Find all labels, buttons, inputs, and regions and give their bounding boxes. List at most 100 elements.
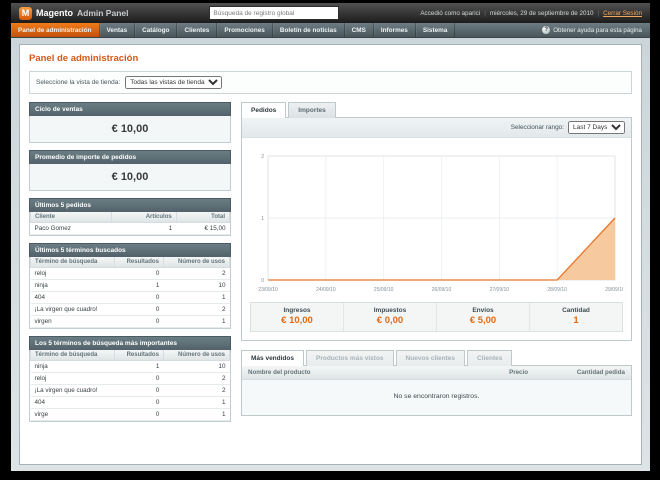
admin-header: M Magento Admin Panel Accedió como apari… xyxy=(11,3,650,23)
total-value: 1 xyxy=(573,315,579,326)
current-date: miércoles, 29 de septiembre de 2010 xyxy=(489,9,594,17)
nav-item-sistema[interactable]: Sistema xyxy=(416,23,456,37)
table-row[interactable]: ¡La virgen que cuadro! 0 2 xyxy=(30,303,230,316)
separator: | xyxy=(597,9,600,17)
tab-mas-vendidos[interactable]: Más vendidos xyxy=(241,350,304,366)
cell: 10 xyxy=(163,279,230,292)
cell: ¡La virgen que cuadro! xyxy=(30,303,115,316)
diagram-tabs: Pedidos Importes xyxy=(241,102,632,118)
top-search-card: Los 5 términos de búsqueda más important… xyxy=(29,336,231,422)
table-row[interactable]: ninja 1 10 xyxy=(30,360,230,373)
cell: 0 xyxy=(114,267,164,280)
cell: € 15,00 xyxy=(176,222,230,235)
brand-subtitle: Admin Panel xyxy=(77,8,129,18)
table-row[interactable]: ¡La virgen que cuadro! 0 2 xyxy=(30,384,230,397)
logout-link[interactable]: Cerrar Sesión xyxy=(603,10,642,17)
table-row[interactable]: 404 0 1 xyxy=(30,291,230,304)
brand-name: Magento xyxy=(36,8,73,18)
bestsellers-grid: Nombre del producto Precio Cantidad pedi… xyxy=(241,365,632,416)
svg-text:26/09/10: 26/09/10 xyxy=(432,287,452,293)
nav-item-informes[interactable]: Informes xyxy=(374,23,416,37)
nav-item-cms[interactable]: CMS xyxy=(345,23,374,37)
grids-tabs: Más vendidos Productos más vistos Nuevos… xyxy=(241,350,632,366)
cell: virge xyxy=(30,408,115,421)
total-cantidad: Cantidad 1 xyxy=(530,303,622,331)
nav-item-promociones[interactable]: Promociones xyxy=(217,23,273,37)
cell: 2 xyxy=(163,303,230,316)
range-label: Seleccionar rango: xyxy=(510,124,564,131)
cell: 0 xyxy=(114,303,164,316)
store-view-select[interactable]: Todas las vistas de tienda xyxy=(125,76,223,89)
average-orders-card: Promedio de importe de pedidos € 10,00 xyxy=(29,150,231,191)
logged-in-as: Accedió como aparici xyxy=(420,9,481,17)
table-row[interactable]: Paco Gomez 1 € 15,00 xyxy=(30,222,230,235)
last-search-card: Últimos 5 términos buscados Término de b… xyxy=(29,243,231,329)
svg-text:0: 0 xyxy=(261,278,264,284)
table-row[interactable]: virgen 0 1 xyxy=(30,315,230,328)
content-panel: Panel de administración Seleccione la vi… xyxy=(19,44,642,465)
cell: 2 xyxy=(163,384,230,397)
chart-area: 23/09/10 24/09/10 25/09/10 26/09/10 27/09/10… xyxy=(242,138,631,298)
tab-productos-mas-vistos[interactable]: Productos más vistos xyxy=(305,350,394,366)
range-select[interactable]: Last 7 Days xyxy=(568,121,625,134)
total-value: € 5,00 xyxy=(469,315,497,326)
cell: 1 xyxy=(163,396,230,409)
cell: 1 xyxy=(114,279,164,292)
cell: virgen xyxy=(30,315,115,328)
table-row[interactable]: virge 0 1 xyxy=(30,408,230,421)
dashboard-columns: Ciclo de ventas € 10,00 Promedio de impo… xyxy=(29,102,632,422)
cell: 2 xyxy=(163,267,230,280)
browser-viewport: M Magento Admin Panel Accedió como apari… xyxy=(11,3,650,471)
col-total: Total xyxy=(175,212,231,223)
card-title: Promedio de importe de pedidos xyxy=(29,150,231,164)
cell: ninja xyxy=(30,279,115,292)
store-view-label: Seleccione la vista de tienda: xyxy=(36,79,121,86)
cell: ninja xyxy=(30,360,115,373)
col-resultados: Resultados xyxy=(114,350,164,361)
card-title: Ciclo de ventas xyxy=(29,102,231,116)
col-termino: Término de búsqueda xyxy=(29,350,116,361)
tab-clientes[interactable]: Clientes xyxy=(467,350,513,366)
nav-item-clientes[interactable]: Clientes xyxy=(177,23,218,37)
nav-item-dashboard[interactable]: Panel de administración xyxy=(11,23,100,37)
tab-importes[interactable]: Importes xyxy=(288,102,336,118)
total-value: € 10,00 xyxy=(281,315,313,326)
cell: 404 xyxy=(30,396,115,409)
right-column: Pedidos Importes Seleccionar rango: Last… xyxy=(241,102,632,422)
store-view-switcher: Seleccione la vista de tienda: Todas las… xyxy=(29,71,632,94)
nav-item-catalogo[interactable]: Catálogo xyxy=(135,23,178,37)
nav-item-boletin[interactable]: Boletín de noticias xyxy=(273,23,345,37)
last-orders-table: Cliente Artículos Total Paco Gomez 1 € 1… xyxy=(29,212,231,236)
total-ingresos: Ingresos € 10,00 xyxy=(251,303,344,331)
help-icon: ? xyxy=(542,26,551,34)
cell: 1 xyxy=(114,360,164,373)
table-row[interactable]: reloj 0 2 xyxy=(30,267,230,280)
cell: 404 xyxy=(30,291,115,304)
cell: 1 xyxy=(163,291,230,304)
total-label: Ingresos xyxy=(283,307,311,314)
magento-logo-icon: M xyxy=(19,6,32,20)
cell: 0 xyxy=(114,291,164,304)
table-row[interactable]: reloj 0 2 xyxy=(30,372,230,385)
orders-chart: 23/09/10 24/09/10 25/09/10 26/09/10 27/09/10… xyxy=(258,154,623,293)
tab-nuevos-clientes[interactable]: Nuevos clientes xyxy=(395,350,466,366)
main-nav: Panel de administración Ventas Catálogo … xyxy=(11,23,650,38)
global-search-input[interactable] xyxy=(209,6,340,20)
col-cantidad-pedida: Cantidad pedida xyxy=(534,366,631,380)
total-label: Cantidad xyxy=(562,307,590,314)
svg-text:25/09/10: 25/09/10 xyxy=(374,287,394,293)
table-row[interactable]: 404 0 1 xyxy=(30,396,230,409)
svg-text:27/09/10: 27/09/10 xyxy=(490,287,510,293)
cell: 0 xyxy=(114,372,164,385)
cell: 1 xyxy=(163,408,230,421)
total-envios: Envíos € 5,00 xyxy=(437,303,530,331)
tab-pedidos[interactable]: Pedidos xyxy=(241,102,287,118)
nav-item-ventas[interactable]: Ventas xyxy=(100,23,136,37)
help-link[interactable]: ? Obtener ayuda para esta página xyxy=(534,23,650,37)
average-orders-value: € 10,00 xyxy=(29,164,231,191)
lifetime-sales-card: Ciclo de ventas € 10,00 xyxy=(29,102,231,143)
col-usos: Número de usos xyxy=(162,257,231,268)
col-precio: Precio xyxy=(452,366,534,380)
cell: 1 xyxy=(163,315,230,328)
table-row[interactable]: ninja 1 10 xyxy=(30,279,230,292)
